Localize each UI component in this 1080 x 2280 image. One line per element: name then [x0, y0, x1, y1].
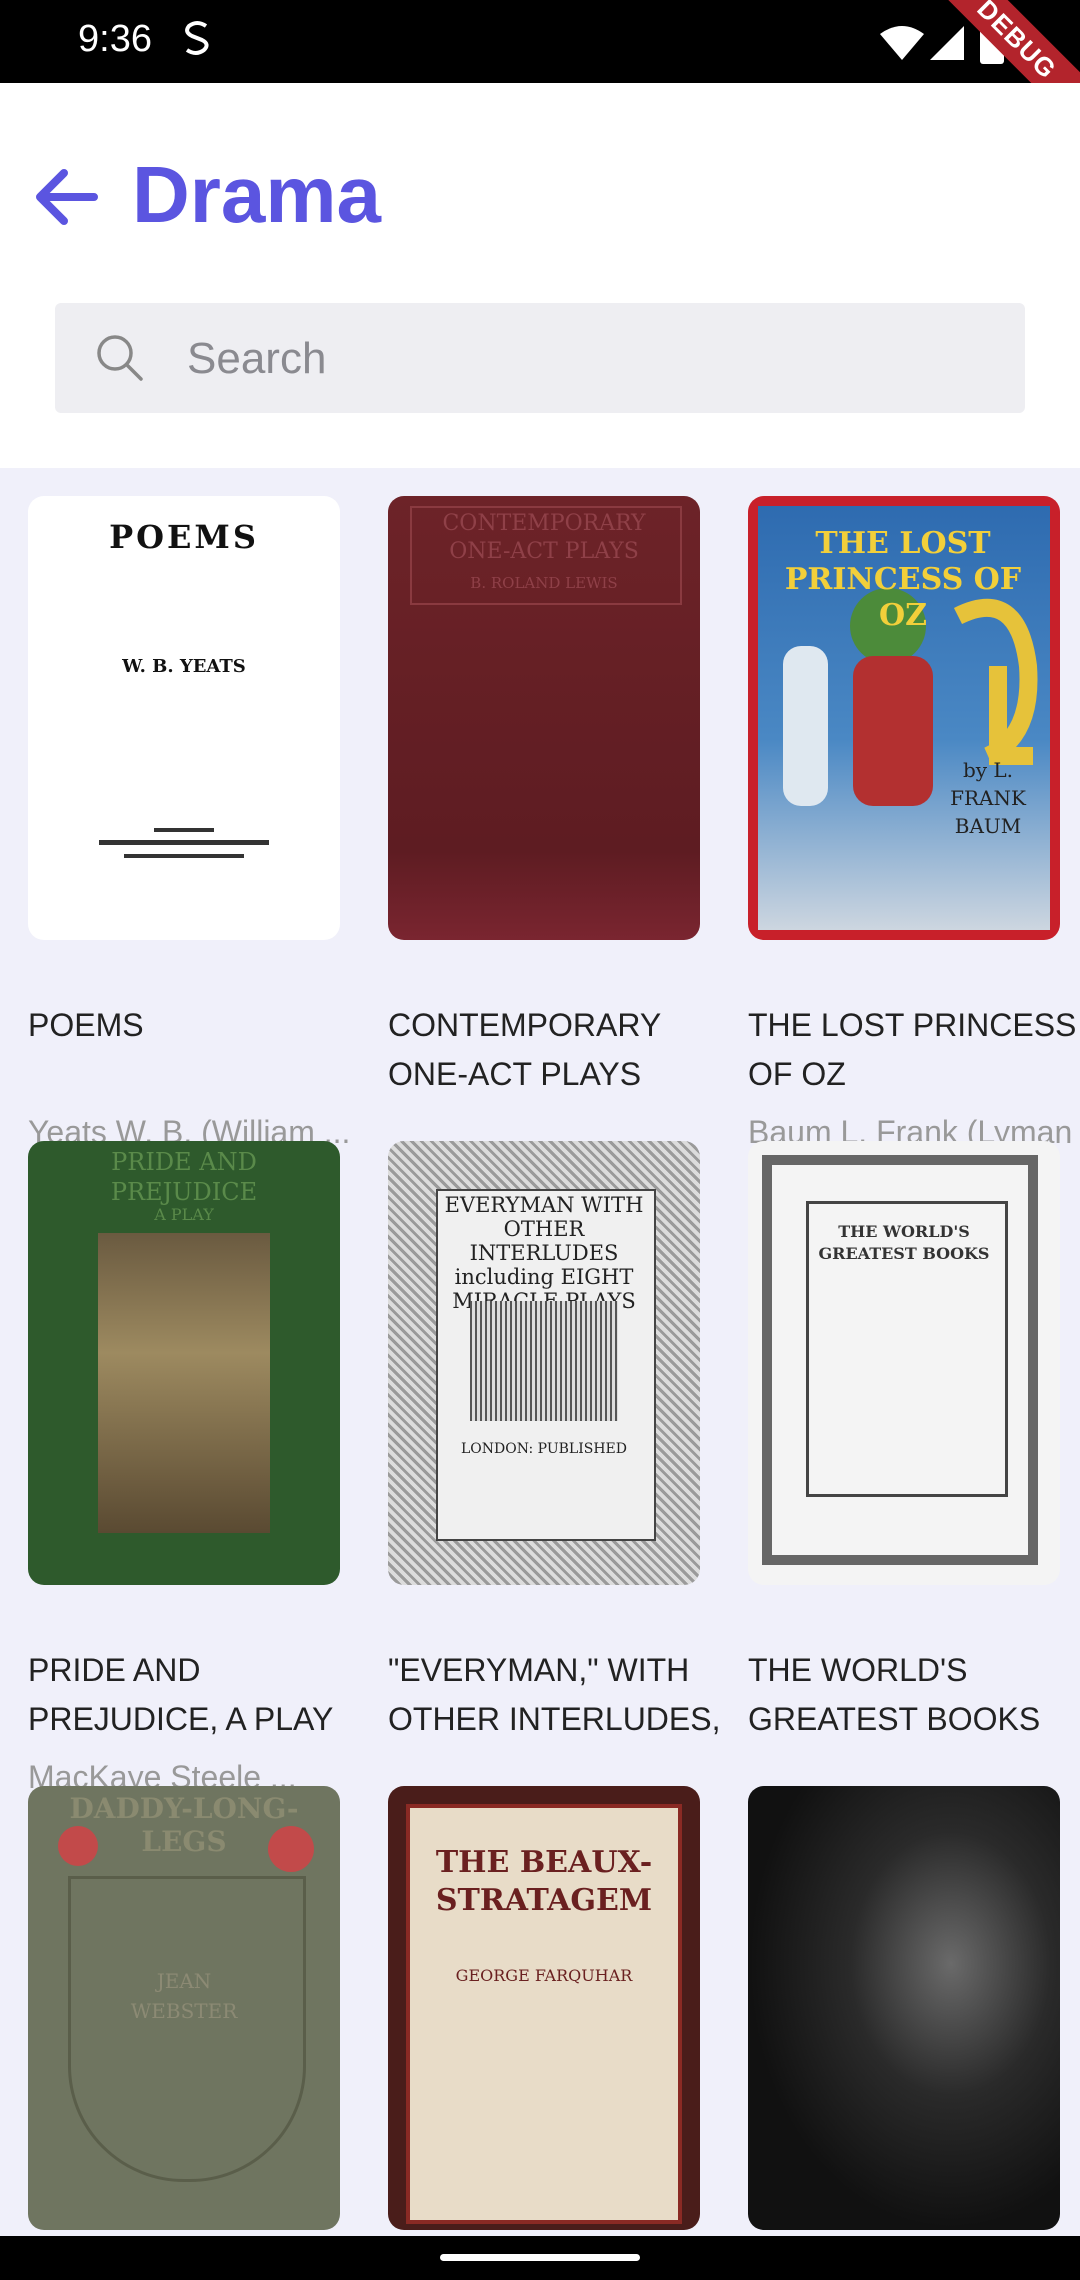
book-title: PRIDE AND PREJUDICE, A PLAY FOUNDED ON .…	[28, 1652, 333, 1737]
status-bar: 9:36	[0, 0, 1080, 83]
sim-icon	[182, 18, 212, 68]
book-cover[interactable]: THE BEAUX-STRATAGEM GEORGE FARQUHAR	[388, 1786, 700, 2230]
signal-icon	[930, 26, 964, 67]
book-grid: POEMS W. B. YEATS POEMS Yeats W. B. (Wil…	[0, 468, 1080, 2236]
book-cover[interactable]: POEMS W. B. YEATS	[28, 496, 340, 940]
search-input[interactable]	[185, 303, 989, 415]
page-title: Drama	[132, 150, 382, 239]
navigation-bar	[0, 2236, 1080, 2280]
book-title: THE LOST PRINCESS OF OZ	[748, 1007, 1077, 1092]
book-cover[interactable]: CONTEMPORARY ONE-ACT PLAYS B. ROLAND LEW…	[388, 496, 700, 940]
book-title: THE WORLD'S GREATEST BOOKS Â��	[748, 1652, 1041, 1737]
status-time: 9:36	[78, 18, 152, 60]
book-cover[interactable]	[748, 1786, 1060, 2230]
book-cover[interactable]: PRIDE AND PREJUDICE A PLAY	[28, 1141, 340, 1585]
wifi-icon	[880, 26, 924, 67]
book-cover[interactable]: THE WORLD'S GREATEST BOOKS	[748, 1141, 1060, 1585]
home-gesture-handle[interactable]	[440, 2254, 640, 2261]
book-title: "EVERYMAN," WITH OTHER INTERLUDES, ...	[388, 1652, 721, 1737]
book-title: POEMS	[28, 1007, 144, 1043]
back-arrow-icon[interactable]	[30, 161, 102, 233]
search-bar[interactable]	[55, 303, 1025, 415]
search-icon	[95, 333, 145, 388]
book-title: CONTEMPORARY ONE-ACT PLAYS	[388, 1007, 661, 1092]
app-header: Drama	[0, 83, 1080, 468]
book-cover[interactable]: DADDY-LONG-LEGS JEAN WEBSTER	[28, 1786, 340, 2230]
book-cover[interactable]: EVERYMAN WITH OTHER INTERLUDES including…	[388, 1141, 700, 1585]
book-cover[interactable]: THE LOST PRINCESS OF OZ by L. FRANK BAUM	[748, 496, 1060, 940]
